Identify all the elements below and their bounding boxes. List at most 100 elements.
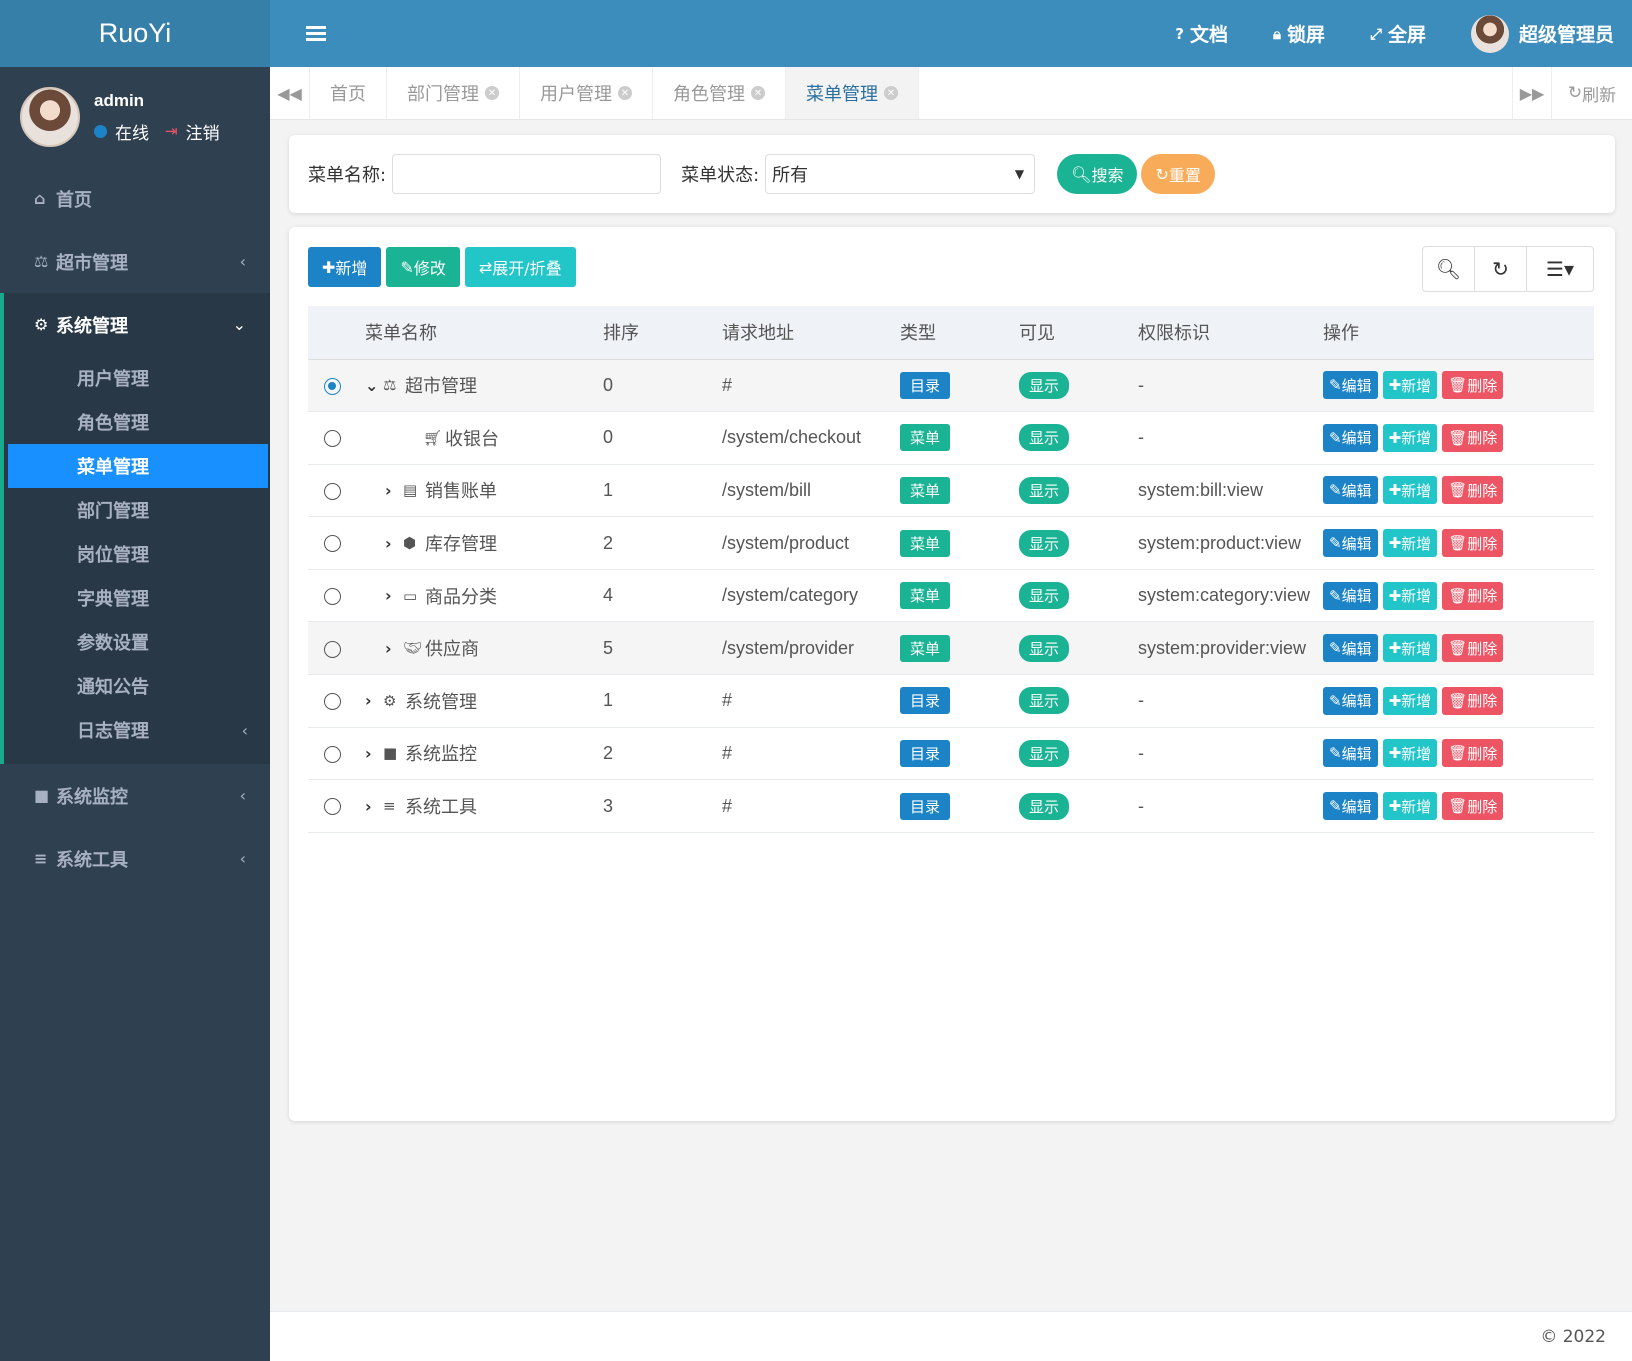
close-icon[interactable]: ✕ (485, 86, 499, 100)
logout-link[interactable]: 注销 (186, 119, 220, 144)
tabs-scroll-right-icon[interactable]: ▶▶ (1512, 67, 1552, 119)
sidebar-subitem-config[interactable]: 参数设置 (4, 620, 270, 664)
row-delete-button[interactable]: 🗑︎ 删除 (1442, 423, 1504, 452)
sidebar-subitem-posts[interactable]: 岗位管理 (4, 532, 270, 576)
table-row[interactable]: › ▭ 商品分类 4 /system/category 菜单 显示 system… (308, 569, 1594, 623)
close-icon[interactable]: ✕ (884, 86, 898, 100)
tab-home[interactable]: 首页 (310, 67, 387, 119)
app-logo[interactable]: RuoYi (0, 0, 270, 67)
chevron-right-icon[interactable]: › (385, 639, 403, 658)
row-edit-button[interactable]: ✎ 编辑 (1323, 581, 1378, 610)
row-edit-button[interactable]: ✎ 编辑 (1323, 634, 1378, 663)
row-delete-button[interactable]: 🗑︎ 删除 (1442, 792, 1504, 821)
top-user-name[interactable]: 超级管理员 (1519, 20, 1614, 47)
logout-icon[interactable]: ⇥ (165, 122, 178, 140)
table-row[interactable]: › ■ 系统监控 2 # 目录 显示 - ✎ 编辑 ✚ 新增 🗑︎ 删除 (308, 727, 1594, 781)
chevron-right-icon[interactable]: › (365, 797, 383, 816)
row-delete-button[interactable]: 🗑︎ 删除 (1442, 739, 1504, 768)
row-edit-button[interactable]: ✎ 编辑 (1323, 371, 1378, 400)
expand-collapse-button[interactable]: ⇄ 展开/折叠 (464, 247, 576, 287)
sidebar-item-monitor[interactable]: ■ 系统监控 ‹ (0, 764, 270, 827)
row-select-radio[interactable] (324, 640, 341, 658)
row-edit-button[interactable]: ✎ 编辑 (1323, 423, 1378, 452)
row-add-button[interactable]: ✚ 新增 (1382, 423, 1438, 452)
sidebar-subitem-notice[interactable]: 通知公告 (4, 664, 270, 708)
chevron-right-icon[interactable]: › (365, 691, 383, 710)
top-user-avatar[interactable] (1470, 14, 1509, 53)
sidebar-subitem-dict[interactable]: 字典管理 (4, 576, 270, 620)
menu-toggle-icon[interactable] (306, 23, 326, 44)
row-edit-button[interactable]: ✎ 编辑 (1323, 686, 1378, 715)
row-edit-button[interactable]: ✎ 编辑 (1323, 739, 1378, 768)
sidebar-subitem-log[interactable]: 日志管理 ‹ (4, 708, 270, 752)
row-select-radio[interactable] (324, 430, 341, 448)
sidebar-item-market[interactable]: ⚖ 超市管理 ‹ (0, 230, 270, 293)
add-button[interactable]: ✚ 新增 (308, 247, 382, 287)
row-add-button[interactable]: ✚ 新增 (1382, 634, 1438, 663)
row-delete-button[interactable]: 🗑︎ 删除 (1442, 529, 1504, 558)
row-delete-button[interactable]: 🗑︎ 删除 (1442, 371, 1504, 400)
row-add-button[interactable]: ✚ 新增 (1382, 686, 1438, 715)
row-delete-button[interactable]: 🗑︎ 删除 (1442, 686, 1504, 715)
row-edit-button[interactable]: ✎ 编辑 (1323, 792, 1378, 821)
sidebar-subitem-users[interactable]: 用户管理 (4, 356, 270, 400)
columns-dropdown-icon[interactable]: ☰▾ (1527, 247, 1593, 291)
sidebar-item-tools[interactable]: ≡ 系统工具 ‹ (0, 827, 270, 890)
chevron-right-icon[interactable]: › (365, 744, 383, 763)
search-toggle-icon[interactable]: 🔍︎ (1423, 247, 1475, 291)
tab-roles[interactable]: 角色管理 ✕ (653, 67, 786, 119)
row-add-button[interactable]: ✚ 新增 (1382, 792, 1438, 821)
row-add-button[interactable]: ✚ 新增 (1382, 739, 1438, 768)
row-select-radio[interactable] (324, 587, 341, 605)
row-edit-button[interactable]: ✎ 编辑 (1323, 476, 1378, 505)
table-row[interactable]: › ≡ 系统工具 3 # 目录 显示 - ✎ 编辑 ✚ 新增 🗑︎ 删除 (308, 779, 1594, 833)
tab-users[interactable]: 用户管理 ✕ (520, 67, 653, 119)
visible-badge: 显示 (1019, 371, 1070, 399)
table-row[interactable]: › 🤝︎ 供应商 5 /system/provider 菜单 显示 system… (308, 621, 1594, 676)
sidebar-item-system[interactable]: ⚙ 系统管理 ⌄ (4, 293, 270, 356)
tabs-scroll-left-icon[interactable]: ◀◀ (270, 67, 310, 119)
reset-button[interactable]: ↻ 重置 (1141, 154, 1215, 194)
tab-menus[interactable]: 菜单管理 ✕ (786, 67, 919, 119)
menu-name-input[interactable] (392, 154, 662, 194)
chevron-right-icon[interactable]: › (385, 481, 403, 500)
row-select-radio[interactable] (324, 482, 341, 500)
table-row[interactable]: 🛒︎ 收银台 0 /system/checkout 菜单 显示 - ✎ 编辑 ✚ 新… (308, 411, 1594, 465)
menu-status-select[interactable]: 所有 ▼ (765, 154, 1036, 194)
refresh-icon: ↻ (1155, 164, 1169, 184)
row-delete-button[interactable]: 🗑︎ 删除 (1442, 581, 1504, 610)
row-select-radio[interactable] (324, 745, 341, 763)
row-select-radio[interactable] (324, 798, 341, 816)
table-row[interactable]: › ⬢ 库存管理 2 /system/product 菜单 显示 system:… (308, 516, 1594, 570)
table-row[interactable]: ⌄ ⚖ 超市管理 0 # 目录 显示 - ✎ 编辑 ✚ 新增 🗑︎ 删除 (308, 359, 1594, 413)
docs-link[interactable]: ? 文档 (1175, 20, 1228, 47)
edit-button[interactable]: ✎ 修改 (386, 247, 460, 287)
search-button[interactable]: 🔍︎ 搜索 (1057, 154, 1138, 194)
sidebar-subitem-menus[interactable]: 菜单管理 (8, 444, 268, 488)
chevron-right-icon[interactable]: › (385, 586, 403, 605)
close-icon[interactable]: ✕ (751, 86, 765, 100)
fullscreen-link[interactable]: ⤢ 全屏 (1370, 20, 1426, 47)
tab-depts[interactable]: 部门管理 ✕ (387, 67, 520, 119)
row-select-radio[interactable] (324, 535, 341, 553)
row-add-button[interactable]: ✚ 新增 (1382, 371, 1438, 400)
row-edit-button[interactable]: ✎ 编辑 (1323, 529, 1378, 558)
chevron-right-icon[interactable]: › (385, 534, 403, 553)
refresh-icon[interactable]: ↻ (1475, 247, 1527, 291)
chevron-down-icon[interactable]: ⌄ (365, 376, 383, 395)
refresh-tab-button[interactable]: ↻ 刷新 (1552, 67, 1632, 119)
row-select-radio[interactable] (324, 693, 341, 711)
sidebar-item-home[interactable]: ⌂ 首页 (0, 167, 270, 230)
row-add-button[interactable]: ✚ 新增 (1382, 581, 1438, 610)
sidebar-subitem-depts[interactable]: 部门管理 (4, 488, 270, 532)
row-select-radio[interactable] (324, 377, 341, 395)
table-row[interactable]: › ⚙ 系统管理 1 # 目录 显示 - ✎ 编辑 ✚ 新增 🗑︎ 删除 (308, 674, 1594, 728)
close-icon[interactable]: ✕ (618, 86, 632, 100)
row-add-button[interactable]: ✚ 新增 (1382, 529, 1438, 558)
row-delete-button[interactable]: 🗑︎ 删除 (1442, 634, 1504, 663)
row-delete-button[interactable]: 🗑︎ 删除 (1442, 476, 1504, 505)
lock-screen-link[interactable]: 🔒︎ 锁屏 (1273, 20, 1325, 47)
row-add-button[interactable]: ✚ 新增 (1382, 476, 1438, 505)
sidebar-subitem-roles[interactable]: 角色管理 (4, 400, 270, 444)
table-row[interactable]: › ▤ 销售账单 1 /system/bill 菜单 显示 system:bil… (308, 464, 1594, 518)
